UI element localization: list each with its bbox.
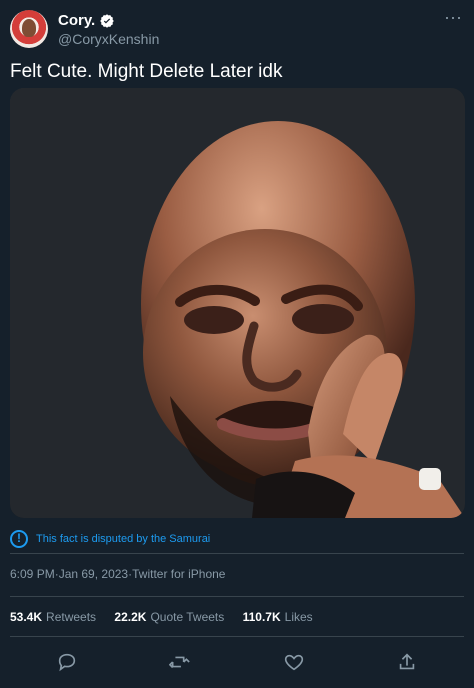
tweet-stats: 53.4K Retweets 22.2K Quote Tweets 110.7K Li… [10, 610, 328, 624]
tweet-date[interactable]: Jan 69, 2023 [59, 567, 128, 581]
retweet-button[interactable] [166, 648, 194, 676]
author-handle[interactable]: @CoryxKenshin [58, 31, 159, 47]
tweet-actions [10, 648, 464, 676]
author-display-name[interactable]: Cory. [58, 12, 95, 30]
verified-badge-icon [100, 14, 115, 28]
reply-button[interactable] [53, 648, 81, 676]
retweets-count: 53.4K [10, 610, 43, 624]
reply-icon [58, 653, 75, 672]
retweet-icon [169, 656, 191, 669]
like-button[interactable] [280, 648, 308, 676]
quote-tweets-stat[interactable]: 22.2K Quote Tweets [114, 610, 224, 624]
retweets-label: Retweets [46, 610, 97, 624]
author-name-row[interactable]: Cory. [58, 12, 115, 30]
info-icon: ! [10, 530, 28, 548]
divider-middle [10, 596, 464, 597]
tweet-photo[interactable] [10, 88, 465, 518]
more-icon[interactable]: ··· [444, 8, 462, 26]
tweet-text: Felt Cute. Might Delete Later idk [10, 61, 283, 82]
author-avatar[interactable] [10, 10, 48, 48]
tweet-time[interactable]: 6:09 PM [10, 567, 55, 581]
likes-stat[interactable]: 110.7K Likes [243, 610, 313, 624]
likes-count: 110.7K [242, 610, 281, 624]
fact-notice[interactable]: ! This fact is disputed by the Samurai [10, 529, 464, 549]
heart-icon [284, 654, 303, 671]
quote-tweets-count: 22.2K [114, 610, 147, 624]
divider-bottom [10, 636, 464, 637]
tweet-header: Cory. @CoryxKenshin ··· [10, 8, 464, 50]
fact-notice-text[interactable]: This fact is disputed by the Samurai [36, 533, 210, 545]
likes-label: Likes [284, 610, 313, 624]
tweet-metadata: 6:09 PM · Jan 69, 2023 · Twitter for iPh… [10, 567, 225, 581]
share-button[interactable] [393, 648, 421, 676]
share-icon [400, 653, 415, 670]
tweet-source[interactable]: Twitter for iPhone [132, 567, 225, 581]
divider-top [10, 553, 464, 554]
quote-tweets-label: Quote Tweets [150, 610, 225, 624]
retweets-stat[interactable]: 53.4K Retweets [10, 610, 96, 624]
tweet-photo-image [10, 88, 465, 518]
